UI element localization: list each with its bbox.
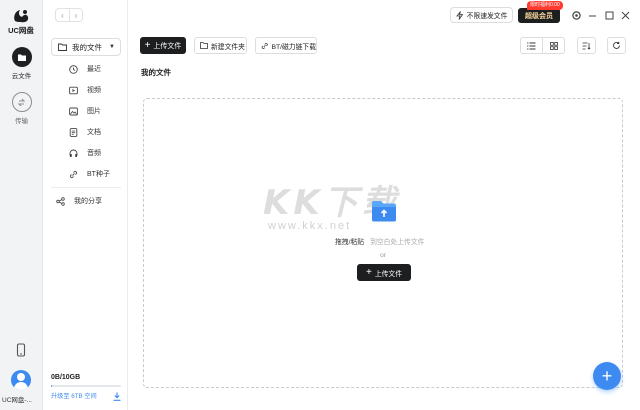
nav-item-image[interactable]: 图片 — [69, 106, 101, 116]
image-icon — [69, 107, 78, 115]
nav-divider — [51, 187, 121, 188]
or-separator: or — [380, 252, 387, 259]
sort-icon — [582, 42, 591, 50]
nav-item-video[interactable]: 视频 — [69, 85, 101, 95]
upload-label: 上传文件 — [153, 42, 182, 50]
watermark-url: www.kkx.net — [268, 220, 352, 232]
chevron-left-icon: ‹ — [61, 10, 64, 20]
nav-item-label: 我的分享 — [74, 198, 102, 205]
clock-icon — [69, 64, 78, 74]
new-folder-button[interactable]: 新建文件夹 — [194, 37, 247, 54]
my-files-dropdown[interactable]: 我的文件 ▼ — [51, 38, 121, 56]
back-button[interactable]: ‹ — [56, 9, 69, 21]
phone-icon[interactable] — [13, 342, 29, 358]
upload-folder-icon — [372, 201, 396, 222]
close-button[interactable] — [619, 9, 631, 21]
minimize-button[interactable] — [586, 9, 598, 21]
drop-hint-sub: 到空白处上传文件 — [370, 239, 425, 246]
list-icon — [527, 41, 536, 50]
cloud-file-icon — [11, 47, 32, 67]
upgrade-link[interactable]: 升级至 6TB 空间 — [51, 391, 121, 400]
maximize-icon — [605, 11, 613, 19]
nav-item-audio[interactable]: 音频 — [69, 148, 101, 158]
add-floating-button[interactable]: + — [593, 362, 621, 390]
drop-hint: 拖拽/粘贴 到空白处上传文件 — [335, 236, 424, 246]
plus-icon: + — [601, 366, 613, 386]
folder-icon — [58, 43, 67, 51]
plus-icon: + — [144, 39, 151, 51]
settings-button[interactable] — [570, 9, 582, 21]
close-icon — [621, 11, 629, 19]
nav-item-label: 音频 — [87, 150, 101, 157]
vip-button[interactable]: 超级会员 — [518, 8, 560, 23]
refresh-button[interactable] — [607, 37, 626, 54]
storage-bar — [51, 385, 121, 387]
top-bar: 不限速发文件 超级会员 限时福利0.00 — [128, 0, 640, 30]
nav-item-document[interactable]: 文档 — [69, 127, 101, 137]
download-icon[interactable] — [113, 392, 121, 401]
nav-item-label: 图片 — [87, 108, 101, 115]
refresh-icon — [613, 41, 620, 49]
nav-item-label: 最近 — [87, 66, 101, 73]
app-rail: UC网盘 云文件 传输 UC网盘-... — [0, 0, 43, 410]
forward-button[interactable]: › — [69, 9, 82, 21]
storage-panel: 0B/10GB 升级至 6TB 空间 — [51, 374, 121, 401]
history-nav: ‹ › — [55, 8, 83, 22]
nav-item-label: 视频 — [87, 87, 101, 94]
rail-item-cloud-files[interactable]: 云文件 — [0, 47, 43, 80]
rail-item-label: 云文件 — [11, 73, 32, 80]
share-icon — [56, 196, 65, 206]
grid-icon — [549, 41, 558, 50]
chevron-right-icon: › — [74, 10, 78, 20]
lightning-icon — [455, 10, 463, 20]
app-name: UC网盘 — [8, 26, 34, 35]
nav-item-bt[interactable]: BT种子 — [69, 169, 110, 179]
drop-hint-main: 拖拽/粘贴 — [335, 239, 365, 246]
vip-promo-badge: 限时福利0.00 — [527, 1, 563, 10]
view-mode-toggle — [520, 37, 565, 54]
center-upload-button[interactable]: + 上传文件 — [357, 264, 411, 281]
center-upload-label: 上传文件 — [374, 270, 403, 278]
user-name: UC网盘-... — [2, 397, 32, 404]
file-sidebar: ‹ › 我的文件 ▼ 最近 视频 图片 文档 音频 BT种子 我的分享 0B/1… — [43, 0, 128, 410]
storage-bar-fill — [51, 385, 53, 387]
nav-item-recent[interactable]: 最近 — [69, 64, 101, 74]
storage-used: 0B/10GB — [51, 374, 81, 381]
breadcrumb: 我的文件 — [141, 68, 171, 77]
avatar[interactable] — [11, 370, 31, 390]
sort-button[interactable] — [577, 37, 596, 54]
uc-logo-icon — [12, 8, 30, 24]
app-logo: UC网盘 — [8, 8, 34, 36]
my-files-label: 我的文件 — [72, 42, 102, 52]
no-speed-limit-label: 不限速发文件 — [466, 13, 508, 20]
rail-item-transfer[interactable]: 传输 — [0, 92, 43, 125]
bt-download-label: BT/磁力链下载 — [271, 43, 316, 51]
headphones-icon — [69, 149, 78, 157]
grid-view-button[interactable] — [542, 38, 564, 53]
list-view-button[interactable] — [521, 38, 542, 53]
nav-item-label: 文档 — [87, 129, 101, 136]
rail-item-label: 传输 — [15, 118, 28, 125]
nav-item-share[interactable]: 我的分享 — [56, 196, 102, 206]
caret-down-icon: ▼ — [109, 44, 115, 50]
bt-download-button[interactable]: BT/磁力链下载 — [255, 37, 317, 54]
document-icon — [69, 127, 78, 137]
plus-icon: + — [365, 266, 372, 278]
minimize-icon — [588, 15, 596, 16]
video-icon — [69, 86, 78, 94]
folder-plus-icon — [200, 42, 208, 49]
no-speed-limit-button[interactable]: 不限速发文件 — [450, 7, 513, 23]
upload-button[interactable]: + 上传文件 — [140, 37, 186, 54]
transfer-icon — [11, 92, 32, 112]
link-icon — [261, 42, 268, 49]
link-icon — [69, 170, 78, 178]
gear-icon — [571, 10, 581, 20]
new-folder-label: 新建文件夹 — [211, 43, 245, 51]
maximize-button[interactable] — [603, 9, 615, 21]
nav-item-label: BT种子 — [87, 171, 110, 178]
